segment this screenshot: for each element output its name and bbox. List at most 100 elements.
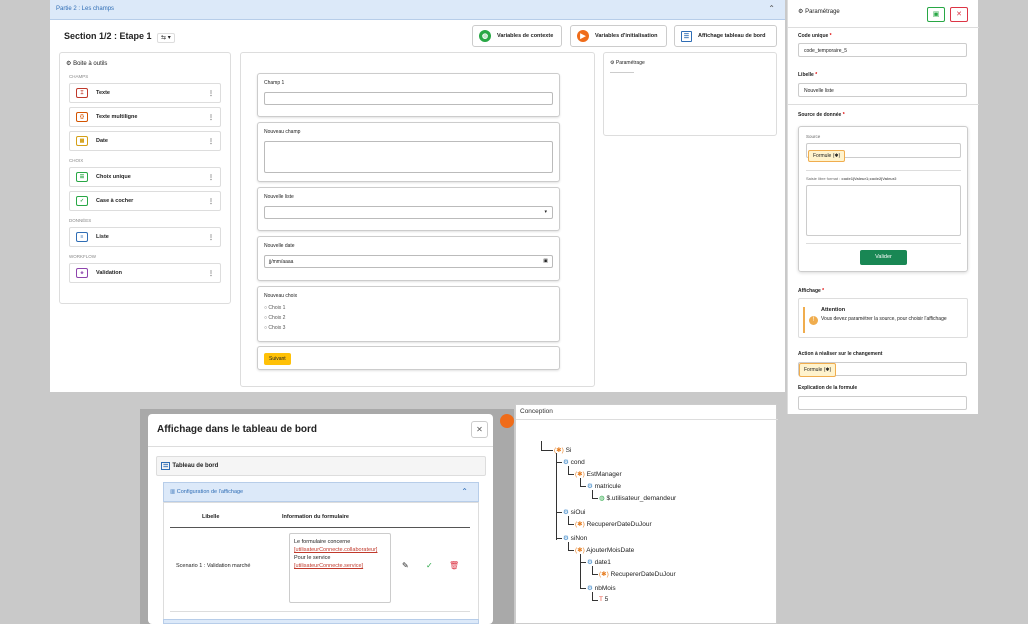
- dashboard-tab[interactable]: ☰ Tableau de bord: [156, 456, 486, 476]
- node-label: AjouterMoisDate: [586, 547, 635, 554]
- next-button[interactable]: Suivant: [264, 353, 291, 365]
- tool-case-a-cocher[interactable]: ✓ Case à cocher ⋮: [69, 191, 221, 211]
- tree-node-ajouter[interactable]: (✱) AjouterMoisDate: [575, 546, 634, 554]
- node-label: siOui: [570, 509, 586, 516]
- action-select[interactable]: Formule (✱): [798, 362, 967, 377]
- tree-node-date1[interactable]: ⚙ date1: [587, 558, 611, 566]
- tree-node-si[interactable]: (✱) Si: [554, 446, 571, 454]
- tree-node-recuperer-1[interactable]: (✱) RecupererDateDuJour: [575, 520, 652, 528]
- calendar-icon[interactable]: ▣: [543, 258, 548, 264]
- tree-node-nbmois[interactable]: ⚙ nbMois: [587, 584, 616, 592]
- tree-node-sinon[interactable]: ⚙ siNon: [563, 534, 587, 542]
- calendar-icon: ▦: [76, 136, 88, 146]
- node-label: date1: [594, 559, 611, 566]
- field-card-nouvelle-liste[interactable]: Nouvelle liste ▾: [257, 187, 560, 231]
- date-input[interactable]: jj/mm/aaaa ▣: [264, 255, 553, 268]
- chevron-up-icon[interactable]: ⌃: [768, 4, 775, 13]
- source-select[interactable]: Formule (✱): [806, 143, 961, 162]
- tree-line: [568, 550, 574, 551]
- tree-line: [592, 600, 598, 601]
- tree-node-cond[interactable]: ⚙ cond: [563, 458, 585, 466]
- textarea-input[interactable]: [264, 141, 553, 173]
- tool-choix-unique-label: Choix unique: [96, 174, 131, 180]
- tree-line: [580, 554, 581, 588]
- save-icon[interactable]: ▣: [927, 7, 945, 22]
- tree-node-sioui[interactable]: ⚙ siOui: [563, 508, 585, 516]
- trash-icon[interactable]: 🗑: [449, 561, 459, 570]
- saisie-textarea[interactable]: [806, 185, 961, 236]
- divider: [788, 104, 979, 105]
- tool-choix-unique[interactable]: ☰ Choix unique ⋮: [69, 167, 221, 187]
- drag-handle-icon[interactable]: ⋮: [208, 198, 214, 205]
- dashboard-display-button[interactable]: ☰ Affichage tableau de bord: [674, 25, 777, 47]
- drag-handle-icon[interactable]: ⋮: [208, 234, 214, 241]
- tree-line: [556, 538, 562, 539]
- drag-handle-icon[interactable]: ⋮: [208, 90, 214, 97]
- table-icon: ☰: [161, 462, 171, 470]
- dashboard-dialog: Affichage dans le tableau de bord ✕ ☰ Tab…: [148, 414, 493, 624]
- info-textarea[interactable]: Le formulaire concerne [utilisateurConne…: [289, 533, 391, 603]
- radio-list-icon: ☰: [76, 172, 88, 182]
- select-input[interactable]: ▾: [264, 206, 553, 219]
- date-placeholder: jj/mm/aaaa: [269, 259, 294, 265]
- field-card-champ1[interactable]: Champ 1: [257, 73, 560, 117]
- source-label: Source de donnée *: [798, 112, 845, 118]
- radio-choix-2[interactable]: ○ Choix 2: [264, 313, 553, 323]
- drag-handle-icon[interactable]: ⋮: [208, 114, 214, 121]
- field-label: Nouveau champ: [264, 129, 301, 135]
- gear-icon: ⚙: [798, 9, 804, 15]
- category-workflow: WORKFLOW: [69, 254, 96, 259]
- formula-icon: (✱): [575, 521, 585, 528]
- tool-texte-multiligne[interactable]: {} Texte multiligne ⋮: [69, 107, 221, 127]
- tool-validation[interactable]: ⚹ Validation ⋮: [69, 263, 221, 283]
- tool-texte[interactable]: ⌶ Texte ⋮: [69, 83, 221, 103]
- field-card-nouveau-choix[interactable]: Nouveau choix ○ Choix 1 ○ Choix 2 ○ Choi…: [257, 286, 560, 342]
- gear-icon: ⚙: [563, 535, 569, 542]
- section-selector[interactable]: ⇆ ▾: [157, 33, 175, 43]
- tree-line: [580, 562, 586, 563]
- radio-label: Choix 1: [268, 305, 286, 311]
- close-icon[interactable]: ✕: [950, 7, 968, 22]
- init-variables-button[interactable]: ▶ Variables d'initialisation: [570, 25, 667, 47]
- tree-node-estmanager[interactable]: (✱) EstManager: [575, 470, 622, 478]
- tree-node-five[interactable]: T 5: [599, 596, 608, 603]
- field-card-nouveau-champ[interactable]: Nouveau champ: [257, 122, 560, 182]
- text-input[interactable]: [264, 92, 553, 105]
- radio-choix-3[interactable]: ○ Choix 3: [264, 323, 553, 333]
- divider: [170, 611, 470, 612]
- validate-button[interactable]: Valider: [860, 250, 907, 265]
- gear-icon: ⚙: [563, 509, 569, 516]
- divider: [788, 27, 979, 28]
- section-title-text: Section 1/2 : Etape 1: [64, 31, 152, 41]
- tree-node-matricule[interactable]: ⚙ matricule: [587, 482, 621, 490]
- next-accordion[interactable]: [163, 619, 479, 624]
- tree-node-recuperer-2[interactable]: (✱) RecupererDateDuJour: [599, 570, 676, 578]
- close-icon[interactable]: ✕: [471, 421, 488, 438]
- divider: [516, 419, 778, 420]
- drag-handle-icon[interactable]: ⋮: [208, 174, 214, 181]
- tool-date[interactable]: ▦ Date ⋮: [69, 131, 221, 151]
- tree-line: [568, 474, 574, 475]
- drag-handle-icon[interactable]: ⋮: [208, 138, 214, 145]
- field-card-nouvelle-date[interactable]: Nouvelle date jj/mm/aaaa ▣: [257, 236, 560, 281]
- check-icon[interactable]: ✓: [426, 561, 433, 570]
- tree-node-user[interactable]: ◍ $.utilisateur_demandeur: [599, 494, 676, 502]
- explication-input[interactable]: [798, 396, 967, 410]
- part-header[interactable]: Partie 2 : Les champs ⌃: [50, 0, 785, 20]
- code-input[interactable]: code_temporaire_5: [798, 43, 967, 57]
- tool-liste[interactable]: ≡ Liste ⋮: [69, 227, 221, 247]
- libelle-input[interactable]: Nouvelle liste: [798, 83, 967, 97]
- edit-icon[interactable]: ✎: [402, 561, 409, 570]
- multiline-icon: {}: [76, 112, 88, 122]
- radio-choix-1[interactable]: ○ Choix 1: [264, 303, 553, 313]
- tree-line: [592, 574, 598, 575]
- required-mark: *: [829, 33, 832, 39]
- config-accordion-header[interactable]: ▥ Configuration de l'affichage ⌃: [163, 482, 479, 502]
- action-formula-chip[interactable]: Formule (✱): [799, 363, 837, 377]
- chevron-up-icon[interactable]: ⌃: [461, 487, 468, 496]
- source-formula-chip[interactable]: Formule (✱): [808, 150, 846, 162]
- source-sub-label: Source: [806, 134, 821, 139]
- context-variables-button[interactable]: ◍ Variables de contexte: [472, 25, 562, 47]
- table-icon: ☰: [681, 30, 692, 42]
- drag-handle-icon[interactable]: ⋮: [208, 270, 214, 277]
